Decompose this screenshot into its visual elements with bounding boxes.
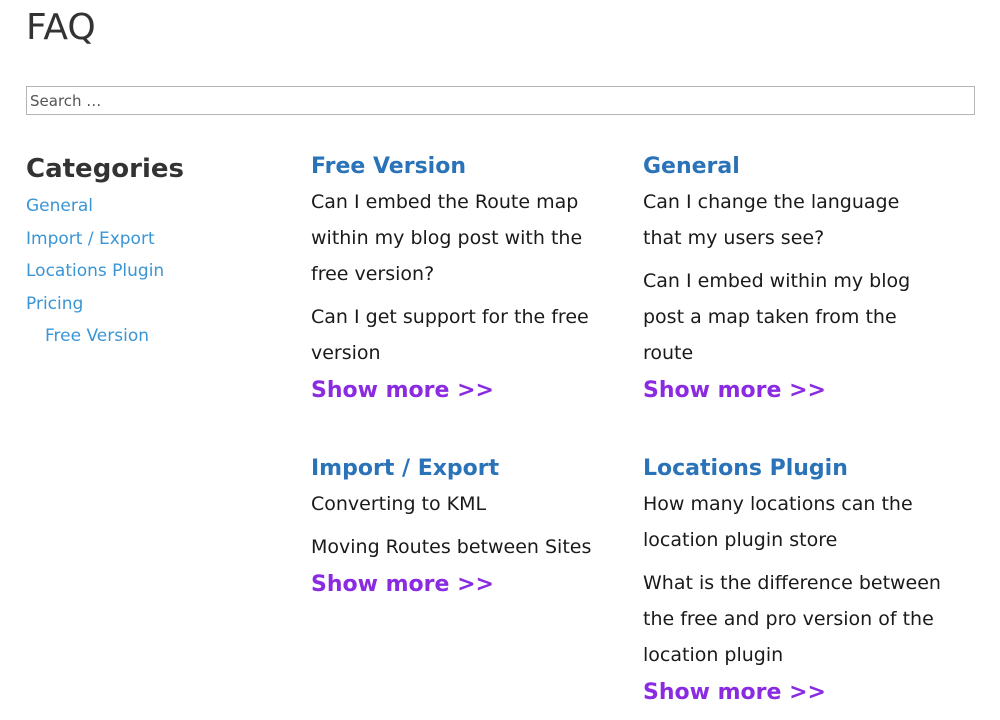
- search-input[interactable]: [26, 86, 975, 115]
- section-title: Locations Plugin: [643, 454, 943, 484]
- category-list: General Import / Export Locations Plugin…: [26, 190, 276, 353]
- faq-question[interactable]: Moving Routes between Sites: [311, 529, 611, 565]
- category-item-locations-plugin: Locations Plugin: [26, 255, 276, 288]
- faq-question[interactable]: Converting to KML: [311, 486, 611, 522]
- question-list: Can I change the language that my users …: [643, 184, 943, 371]
- category-link-locations-plugin[interactable]: Locations Plugin: [26, 261, 164, 281]
- page-title: FAQ: [26, 7, 96, 48]
- faq-question[interactable]: Can I embed within my blog post a map ta…: [643, 263, 943, 371]
- section-title-link[interactable]: General: [643, 154, 740, 179]
- category-link-import-export[interactable]: Import / Export: [26, 229, 155, 249]
- question-list: Converting to KML Moving Routes between …: [311, 486, 611, 565]
- category-item-import-export: Import / Export: [26, 223, 276, 256]
- faq-question[interactable]: Can I get support for the free version: [311, 299, 611, 371]
- faq-section-general: General Can I change the language that m…: [643, 152, 943, 406]
- show-more-link[interactable]: Show more >>: [311, 570, 494, 600]
- section-title: Free Version: [311, 152, 611, 182]
- faq-question[interactable]: Can I change the language that my users …: [643, 184, 943, 256]
- categories-heading: Categories: [26, 154, 185, 184]
- faq-question[interactable]: Can I embed the Route map within my blog…: [311, 184, 611, 292]
- section-title-link[interactable]: Locations Plugin: [643, 456, 848, 481]
- faq-section-free-version: Free Version Can I embed the Route map w…: [311, 152, 611, 406]
- faq-section-import-export: Import / Export Converting to KML Moving…: [311, 454, 611, 600]
- section-title-link[interactable]: Import / Export: [311, 456, 499, 481]
- category-link-general[interactable]: General: [26, 196, 93, 216]
- categories-sidebar: Categories General Import / Export Locat…: [26, 152, 276, 353]
- section-title: General: [643, 152, 943, 182]
- category-link-free-version[interactable]: Free Version: [45, 326, 149, 346]
- category-item-pricing: Pricing: [26, 288, 276, 321]
- show-more-link[interactable]: Show more >>: [643, 376, 826, 406]
- faq-question[interactable]: What is the difference between the free …: [643, 565, 943, 673]
- question-list: How many locations can the location plug…: [643, 486, 943, 673]
- show-more-link[interactable]: Show more >>: [311, 376, 494, 406]
- category-item-free-version: Free Version: [26, 320, 276, 353]
- faq-page: FAQ Categories General Import / Export L…: [0, 0, 1000, 720]
- category-link-pricing[interactable]: Pricing: [26, 294, 83, 314]
- faq-question[interactable]: How many locations can the location plug…: [643, 486, 943, 558]
- show-more-link[interactable]: Show more >>: [643, 678, 826, 708]
- question-list: Can I embed the Route map within my blog…: [311, 184, 611, 371]
- section-title-link[interactable]: Free Version: [311, 154, 466, 179]
- faq-section-locations-plugin: Locations Plugin How many locations can …: [643, 454, 943, 708]
- section-title: Import / Export: [311, 454, 611, 484]
- category-item-general: General: [26, 190, 276, 223]
